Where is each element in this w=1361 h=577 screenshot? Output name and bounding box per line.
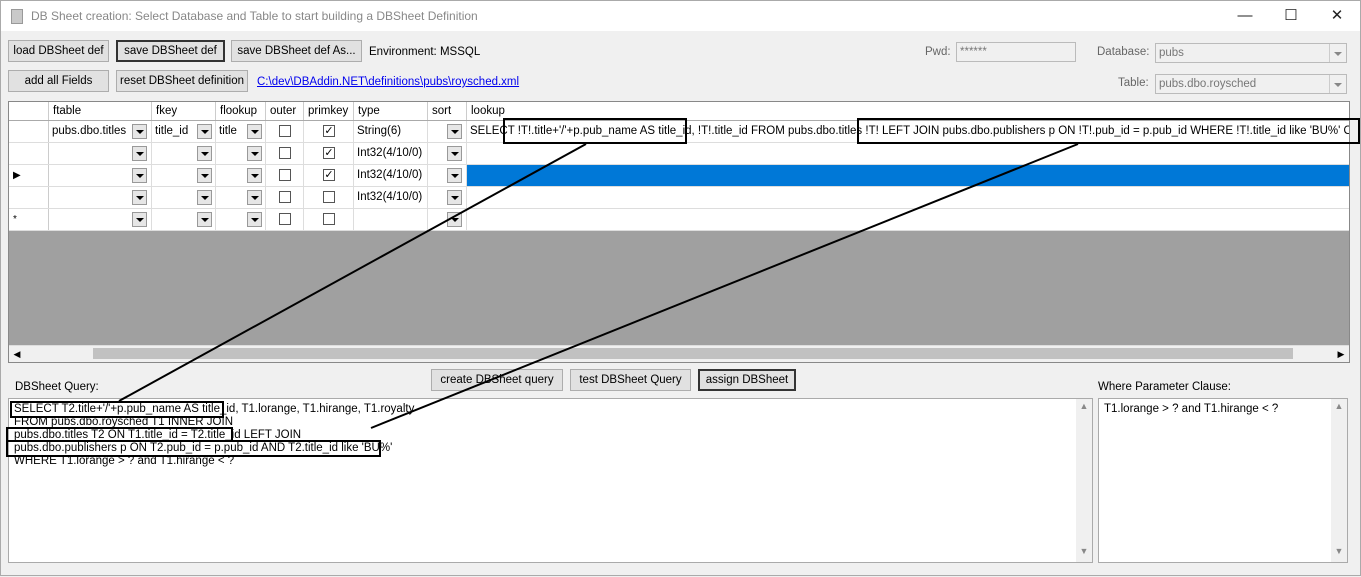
dbsheet-creation-window: DB Sheet creation: Select Database and T… bbox=[0, 0, 1361, 576]
annotation-line bbox=[118, 143, 587, 402]
annotation-connector-lines bbox=[118, 143, 1079, 429]
annotation-line bbox=[370, 143, 1079, 429]
